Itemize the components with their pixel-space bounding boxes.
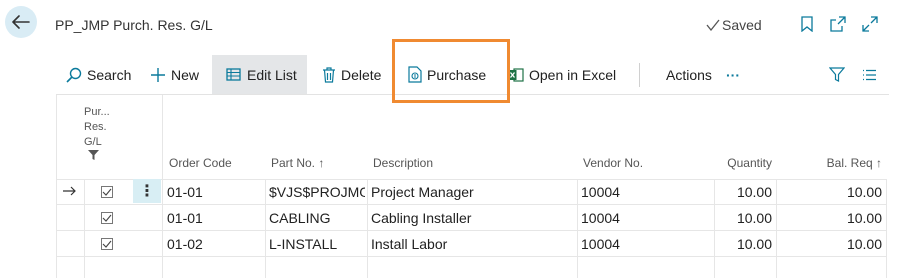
list-view-icon: [863, 69, 876, 80]
col-header-quantity[interactable]: Quantity: [696, 156, 772, 170]
checkmark-icon: [102, 188, 112, 196]
plus-icon: [151, 67, 165, 82]
cell-quantity[interactable]: 10.00: [696, 179, 772, 205]
filter-column-header[interactable]: Pur... Res. G/L: [84, 105, 110, 165]
edit-list-label: Edit List: [247, 66, 297, 83]
toolbar-divider: [639, 63, 640, 87]
cell-vendor-no[interactable]: 10004: [581, 179, 711, 205]
more-options-button[interactable]: ···: [726, 55, 740, 94]
cell-vendor-no[interactable]: 10004: [581, 231, 711, 257]
filter-header-line-1: Pur...: [84, 106, 110, 118]
actions-label: Actions: [666, 66, 712, 83]
cell-description[interactable]: Project Manager: [371, 179, 575, 205]
column-filter-icon: [88, 150, 99, 160]
expand-icon[interactable]: [861, 15, 879, 33]
cell-quantity[interactable]: 10.00: [696, 231, 772, 257]
actions-menu[interactable]: Actions: [666, 55, 712, 94]
col-header-vendor-no[interactable]: Vendor No.: [583, 156, 643, 170]
col-header-description[interactable]: Description: [373, 156, 433, 170]
cell-bal-req[interactable]: 10.00: [780, 205, 882, 231]
open-in-excel-label: Open in Excel: [529, 66, 617, 83]
row-checkbox[interactable]: [101, 238, 113, 250]
highlight-box: [392, 39, 510, 103]
open-in-excel-button[interactable]: Open in Excel: [508, 55, 616, 94]
edit-list-button[interactable]: Edit List: [212, 55, 307, 94]
back-button[interactable]: [5, 6, 37, 38]
cell-description[interactable]: Cabling Installer: [371, 205, 575, 231]
search-icon: [66, 67, 82, 83]
excel-icon: [508, 67, 524, 82]
cell-order-code[interactable]: 01-02: [167, 231, 263, 257]
cell-order-code[interactable]: 01-01: [167, 205, 263, 231]
arrow-left-icon: [12, 15, 30, 29]
row-checkbox[interactable]: [101, 212, 113, 224]
saved-label: Saved: [722, 17, 762, 33]
edit-list-icon: [226, 67, 241, 81]
page-title: PP_JMP Purch. Res. G/L: [55, 17, 213, 33]
new-button[interactable]: New: [150, 55, 199, 94]
checkmark-icon: [706, 19, 720, 31]
cell-part-no[interactable]: L-INSTALL: [269, 231, 365, 257]
col-header-order-code[interactable]: Order Code: [169, 156, 232, 170]
cell-description[interactable]: Install Labor: [371, 231, 575, 257]
cell-quantity[interactable]: 10.00: [696, 205, 772, 231]
cell-part-no[interactable]: $VJS$PROJMGF: [269, 179, 365, 205]
open-new-window-icon[interactable]: [829, 15, 847, 33]
new-label: New: [171, 66, 200, 83]
more-label: ···: [726, 66, 740, 83]
search-label: Search: [87, 66, 132, 83]
checkmark-icon: [102, 214, 112, 222]
filter-pane-button[interactable]: [829, 55, 845, 94]
trash-icon: [323, 66, 335, 83]
data-grid: Pur... Res. G/L Order Code Part No. ↑ De…: [56, 95, 887, 278]
delete-button[interactable]: Delete: [322, 55, 381, 94]
filter-icon: [829, 67, 845, 82]
delete-label: Delete: [341, 66, 382, 83]
list-view-button[interactable]: [862, 55, 877, 94]
cell-order-code[interactable]: 01-01: [167, 179, 263, 205]
cell-bal-req[interactable]: 10.00: [780, 179, 882, 205]
row-actions-button[interactable]: ⋮: [133, 179, 161, 203]
row-checkbox[interactable]: [101, 186, 113, 198]
current-row-arrow-icon: [63, 186, 76, 196]
filter-header-line-3: G/L: [84, 136, 102, 148]
checkmark-icon: [102, 240, 112, 248]
col-header-bal-req[interactable]: Bal. Req ↑: [796, 156, 882, 170]
bookmark-icon[interactable]: [798, 15, 816, 33]
filter-header-line-2: Res.: [84, 121, 107, 133]
cell-part-no[interactable]: CABLING: [269, 205, 365, 231]
col-header-part-no[interactable]: Part No. ↑: [271, 156, 324, 170]
cell-bal-req[interactable]: 10.00: [780, 231, 882, 257]
saved-status: Saved: [706, 17, 762, 33]
search-button[interactable]: Search: [66, 55, 131, 94]
cell-vendor-no[interactable]: 10004: [581, 205, 711, 231]
